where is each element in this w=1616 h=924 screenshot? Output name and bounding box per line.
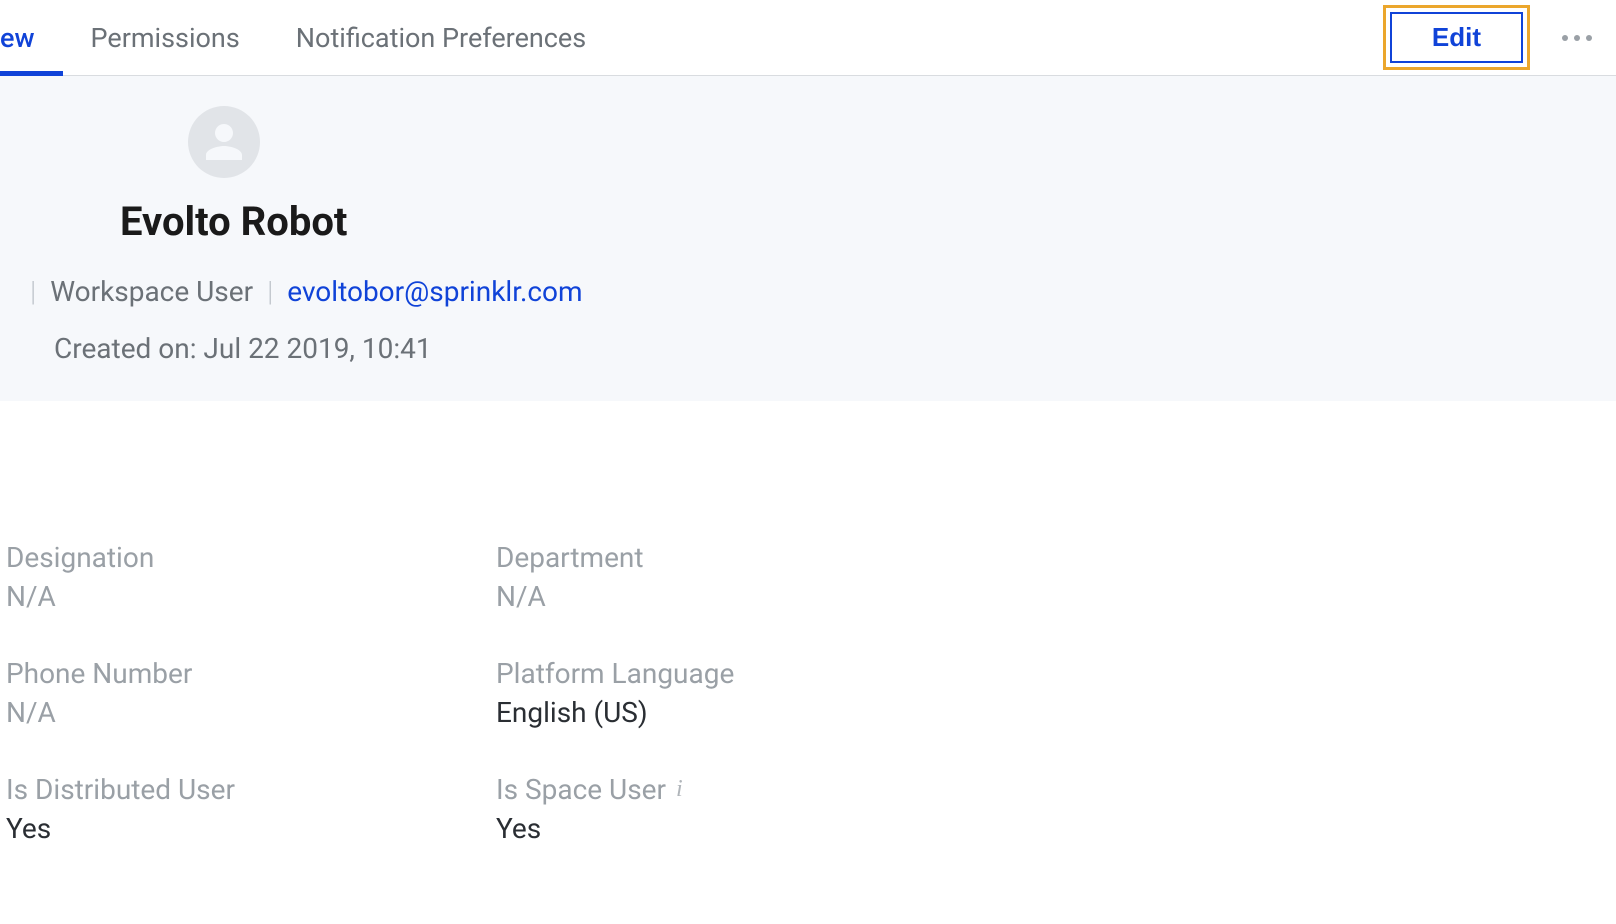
detail-label-phone: Phone Number — [6, 657, 496, 690]
detail-label-department: Department — [496, 541, 986, 574]
detail-label-space-user: Is Space User i — [496, 773, 986, 806]
detail-value-designation: N/A — [6, 580, 496, 613]
detail-platform-language: Platform Language English (US) — [496, 657, 986, 729]
detail-value-department: N/A — [496, 580, 986, 613]
detail-row: Designation N/A Department N/A — [6, 541, 1616, 613]
profile-role: Workspace User — [50, 275, 253, 308]
detail-label-distributed-user: Is Distributed User — [6, 773, 496, 806]
detail-distributed-user: Is Distributed User Yes — [6, 773, 496, 845]
info-icon[interactable]: i — [676, 776, 683, 803]
detail-phone: Phone Number N/A — [6, 657, 496, 729]
header-bar: ew Permissions Notification Preferences … — [0, 0, 1616, 76]
detail-space-user: Is Space User i Yes — [496, 773, 986, 845]
profile-name: Evolto Robot — [120, 198, 1616, 245]
detail-row: Is Distributed User Yes Is Space User i … — [6, 773, 1616, 845]
detail-value-platform-language: English (US) — [496, 696, 986, 729]
tab-overview[interactable]: ew — [0, 0, 63, 75]
detail-row: Phone Number N/A Platform Language Engli… — [6, 657, 1616, 729]
detail-value-space-user: Yes — [496, 812, 986, 845]
details-section: Designation N/A Department N/A Phone Num… — [0, 401, 1616, 845]
detail-value-distributed-user: Yes — [6, 812, 496, 845]
edit-highlight-box: Edit — [1383, 5, 1530, 70]
tab-notification-preferences[interactable]: Notification Preferences — [268, 0, 614, 75]
tab-list: ew Permissions Notification Preferences — [0, 0, 614, 75]
header-actions: Edit — [1383, 5, 1592, 70]
detail-designation: Designation N/A — [6, 541, 496, 613]
detail-label-designation: Designation — [6, 541, 496, 574]
avatar-wrap — [188, 106, 1616, 178]
profile-section: Evolto Robot | Workspace User | evoltobo… — [0, 76, 1616, 401]
tab-permissions[interactable]: Permissions — [63, 0, 268, 75]
profile-meta: | Workspace User | evoltobor@sprinklr.co… — [16, 275, 1616, 308]
more-menu-icon[interactable] — [1554, 27, 1592, 49]
avatar-icon — [188, 106, 260, 178]
detail-label-platform-language: Platform Language — [496, 657, 986, 690]
profile-email[interactable]: evoltobor@sprinklr.com — [287, 275, 582, 308]
detail-label-space-user-text: Is Space User — [496, 773, 666, 806]
profile-created-on: Created on: Jul 22 2019, 10:41 — [54, 332, 1616, 365]
meta-separator: | — [16, 275, 50, 308]
detail-department: Department N/A — [496, 541, 986, 613]
meta-separator: | — [253, 275, 287, 308]
detail-value-phone: N/A — [6, 696, 496, 729]
edit-button[interactable]: Edit — [1390, 12, 1523, 63]
